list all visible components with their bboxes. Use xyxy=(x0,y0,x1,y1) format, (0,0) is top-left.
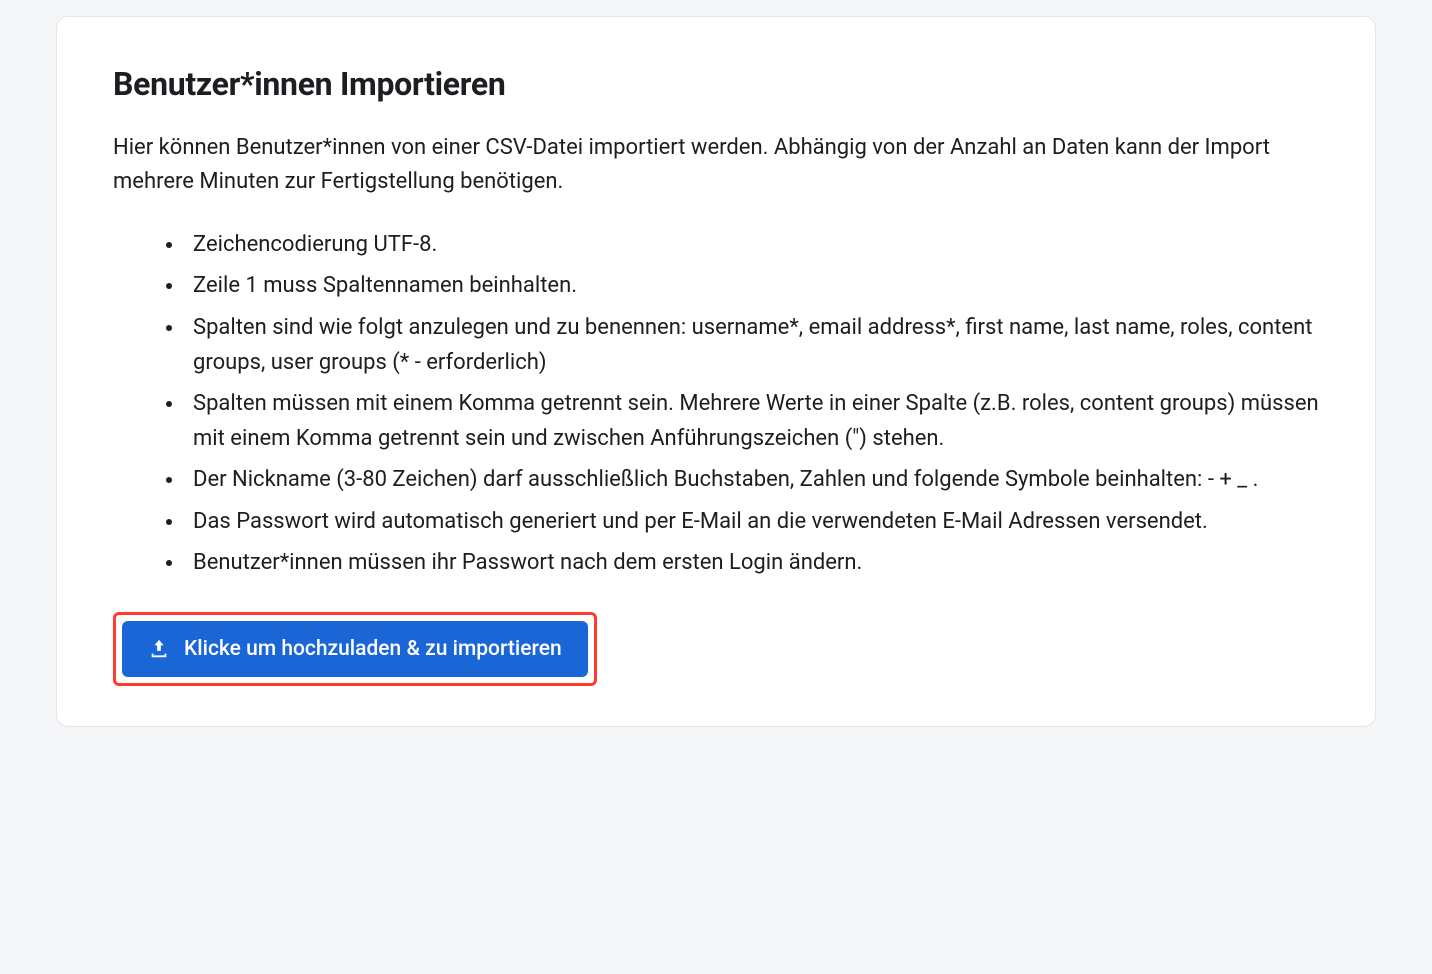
rule-item: Benutzer*innen müssen ihr Passwort nach … xyxy=(185,545,1319,580)
intro-paragraph: Hier können Benutzer*innen von einer CSV… xyxy=(113,131,1319,199)
import-rules-list: Zeichencodierung UTF-8. Zeile 1 muss Spa… xyxy=(113,227,1319,580)
rule-item: Spalten sind wie folgt anzulegen und zu … xyxy=(185,310,1319,380)
page-title: Benutzer*innen Importieren xyxy=(113,65,1319,103)
rule-item: Das Passwort wird automatisch generiert … xyxy=(185,504,1319,539)
rule-item: Zeile 1 muss Spaltennamen beinhalten. xyxy=(185,268,1319,303)
rule-item: Der Nickname (3-80 Zeichen) darf ausschl… xyxy=(185,462,1319,497)
upload-button-label: Klicke um hochzuladen & zu importieren xyxy=(184,637,562,661)
upload-icon xyxy=(148,638,170,660)
rule-item: Zeichencodierung UTF-8. xyxy=(185,227,1319,262)
upload-button-highlight: Klicke um hochzuladen & zu importieren xyxy=(113,612,597,686)
upload-import-button[interactable]: Klicke um hochzuladen & zu importieren xyxy=(122,621,588,677)
import-users-card: Benutzer*innen Importieren Hier können B… xyxy=(56,16,1376,727)
rule-item: Spalten müssen mit einem Komma getrennt … xyxy=(185,386,1319,456)
